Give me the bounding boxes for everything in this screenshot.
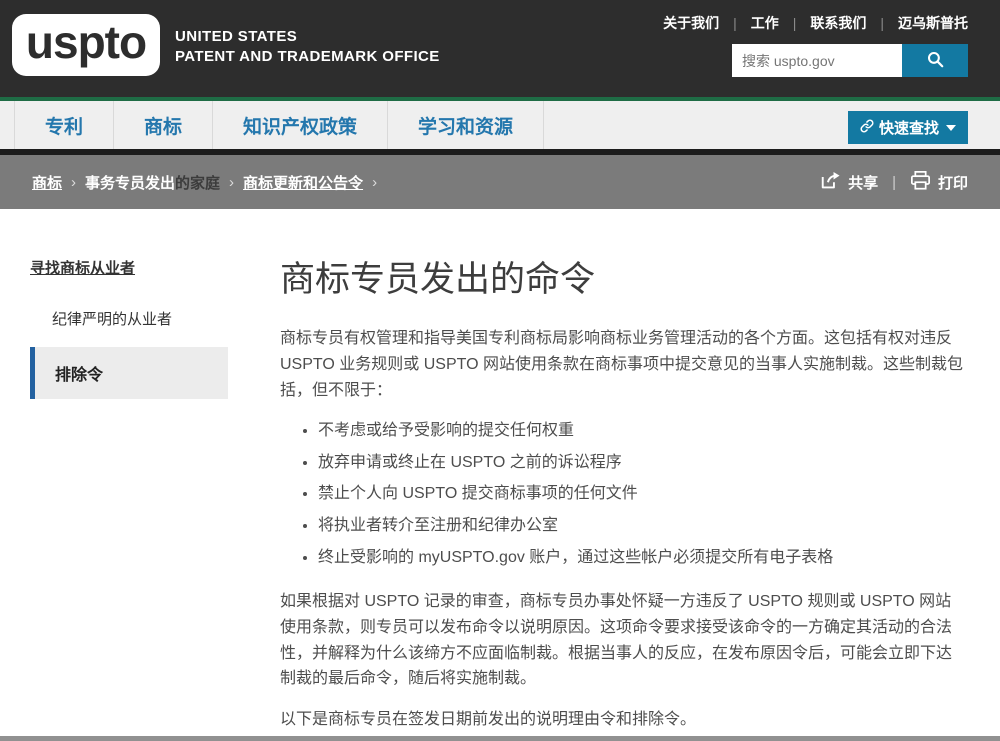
utility-separator: | [792,15,797,31]
footer-strip [0,736,1000,741]
utility-separator: | [733,15,737,31]
search-button[interactable] [902,44,968,77]
search-input[interactable] [732,44,902,77]
utility-link-myuspto[interactable]: 迈乌斯普托 [898,13,968,33]
chevron-down-icon [946,124,956,131]
page-title: 商标专员发出的命令 [280,260,596,299]
quick-find-label: 快速查找 [878,120,939,137]
nav-item-ip-policy[interactable]: 知识产权政策 [213,101,389,149]
actions-separator: | [892,173,896,191]
utility-link-jobs[interactable]: 工作 [751,13,779,33]
nav-item-patents[interactable]: 专利 [14,101,115,149]
breadcrumb-commissioner-orders[interactable]: 事务专员发出的家庭 [85,172,220,193]
breadcrumb-separator: › [229,173,235,191]
breadcrumb: 商标 › 事务专员发出的家庭 › 商标更新和公告令 › [32,172,377,193]
page-actions: 共享 | 打印 [820,170,968,194]
list-item: 不考虑或给予受影响的提交任何权重 [318,419,965,444]
agency-line2: PATENT AND TRADEMARK OFFICE [175,47,440,65]
share-label: 共享 [848,174,879,192]
orders-list-paragraph: 以下是商标专员在签发日期前发出的说明理由令和排除令。 [280,711,697,729]
breadcrumb-separator: › [372,173,378,191]
list-item: 放弃申请或终止在 USPTO 之前的诉讼程序 [318,451,965,476]
share-icon [820,171,841,194]
print-label: 打印 [937,174,968,192]
breadcrumb-text-dark: 的家庭 [175,174,221,192]
list-item: 将执业者转介至注册和纪律办公室 [318,514,965,539]
site-search [732,44,968,77]
print-icon [910,170,931,194]
nav-item-learning-resources[interactable]: 学习和资源 [388,101,545,149]
breadcrumb-trademarks[interactable]: 商标 [32,172,62,193]
sanctions-list: 不考虑或给予受影响的提交任何权重 放弃申请或终止在 USPTO 之前的诉讼程序 … [280,419,965,571]
utility-link-contact[interactable]: 联系我们 [810,13,866,33]
uspto-logo-text: uspto [25,16,147,68]
utility-nav: 关于我们 | 工作 | 联系我们 | 迈乌斯普托 [663,13,968,33]
primary-nav: 专利 商标 知识产权政策 学习和资源 快速查找 [0,101,1000,155]
nav-item-trademarks[interactable]: 商标 [114,101,214,149]
sidebar-item-disciplined-practitioners[interactable]: 纪律严明的从业者 [52,308,270,329]
site-header: uspto UNITED STATES PATENT AND TRADEMARK… [0,0,1000,97]
utility-link-about[interactable]: 关于我们 [663,13,719,33]
share-button[interactable]: 共享 [820,171,878,194]
breadcrumb-text-light: 事务专员发出 [85,174,176,192]
print-button[interactable]: 打印 [910,170,968,194]
breadcrumb-bar: 商标 › 事务专员发出的家庭 › 商标更新和公告令 › 共享 | 打印 [0,155,1000,209]
link-icon [860,118,874,137]
show-cause-paragraph: 如果根据对 USPTO 记录的审查，商标专员办事处怀疑一方违反了 USPTO 规… [280,592,953,688]
page-content: 商标专员发出的命令 商标专员有权管理和指导美国专利商标局影响商标业务管理活动的各… [270,209,1000,741]
list-item: 禁止个人向 USPTO 提交商标事项的任何文件 [318,482,965,507]
quick-find-button[interactable]: 快速查找 [847,111,968,144]
utility-separator: | [880,15,884,31]
agency-line1: UNITED STATES [175,28,298,45]
uspto-logo[interactable]: uspto [12,14,160,76]
list-item: 终止受影响的 myUSPTO.gov 账户，通过这些帐户必须提交所有电子表格 [318,546,965,571]
main-area: 寻找商标从业者 纪律严明的从业者 排除令 商标专员发出的命令 商标专员有权管理和… [0,209,1000,741]
sidebar: 寻找商标从业者 纪律严明的从业者 排除令 [0,209,270,399]
breadcrumb-updates-announcements[interactable]: 商标更新和公告令 [243,172,363,193]
sidebar-item-find-practitioner[interactable]: 寻找商标从业者 [30,257,270,278]
page: uspto UNITED STATES PATENT AND TRADEMARK… [0,0,1000,741]
agency-name: UNITED STATES PATENT AND TRADEMARK OFFIC… [175,27,440,66]
breadcrumb-separator: › [71,173,77,191]
intro-paragraph: 商标专员有权管理和指导美国专利商标局影响商标业务管理活动的各个方面。这包括有权对… [280,330,963,399]
search-icon [926,50,945,72]
sidebar-item-exclusion-orders-active[interactable]: 排除令 [30,347,228,399]
